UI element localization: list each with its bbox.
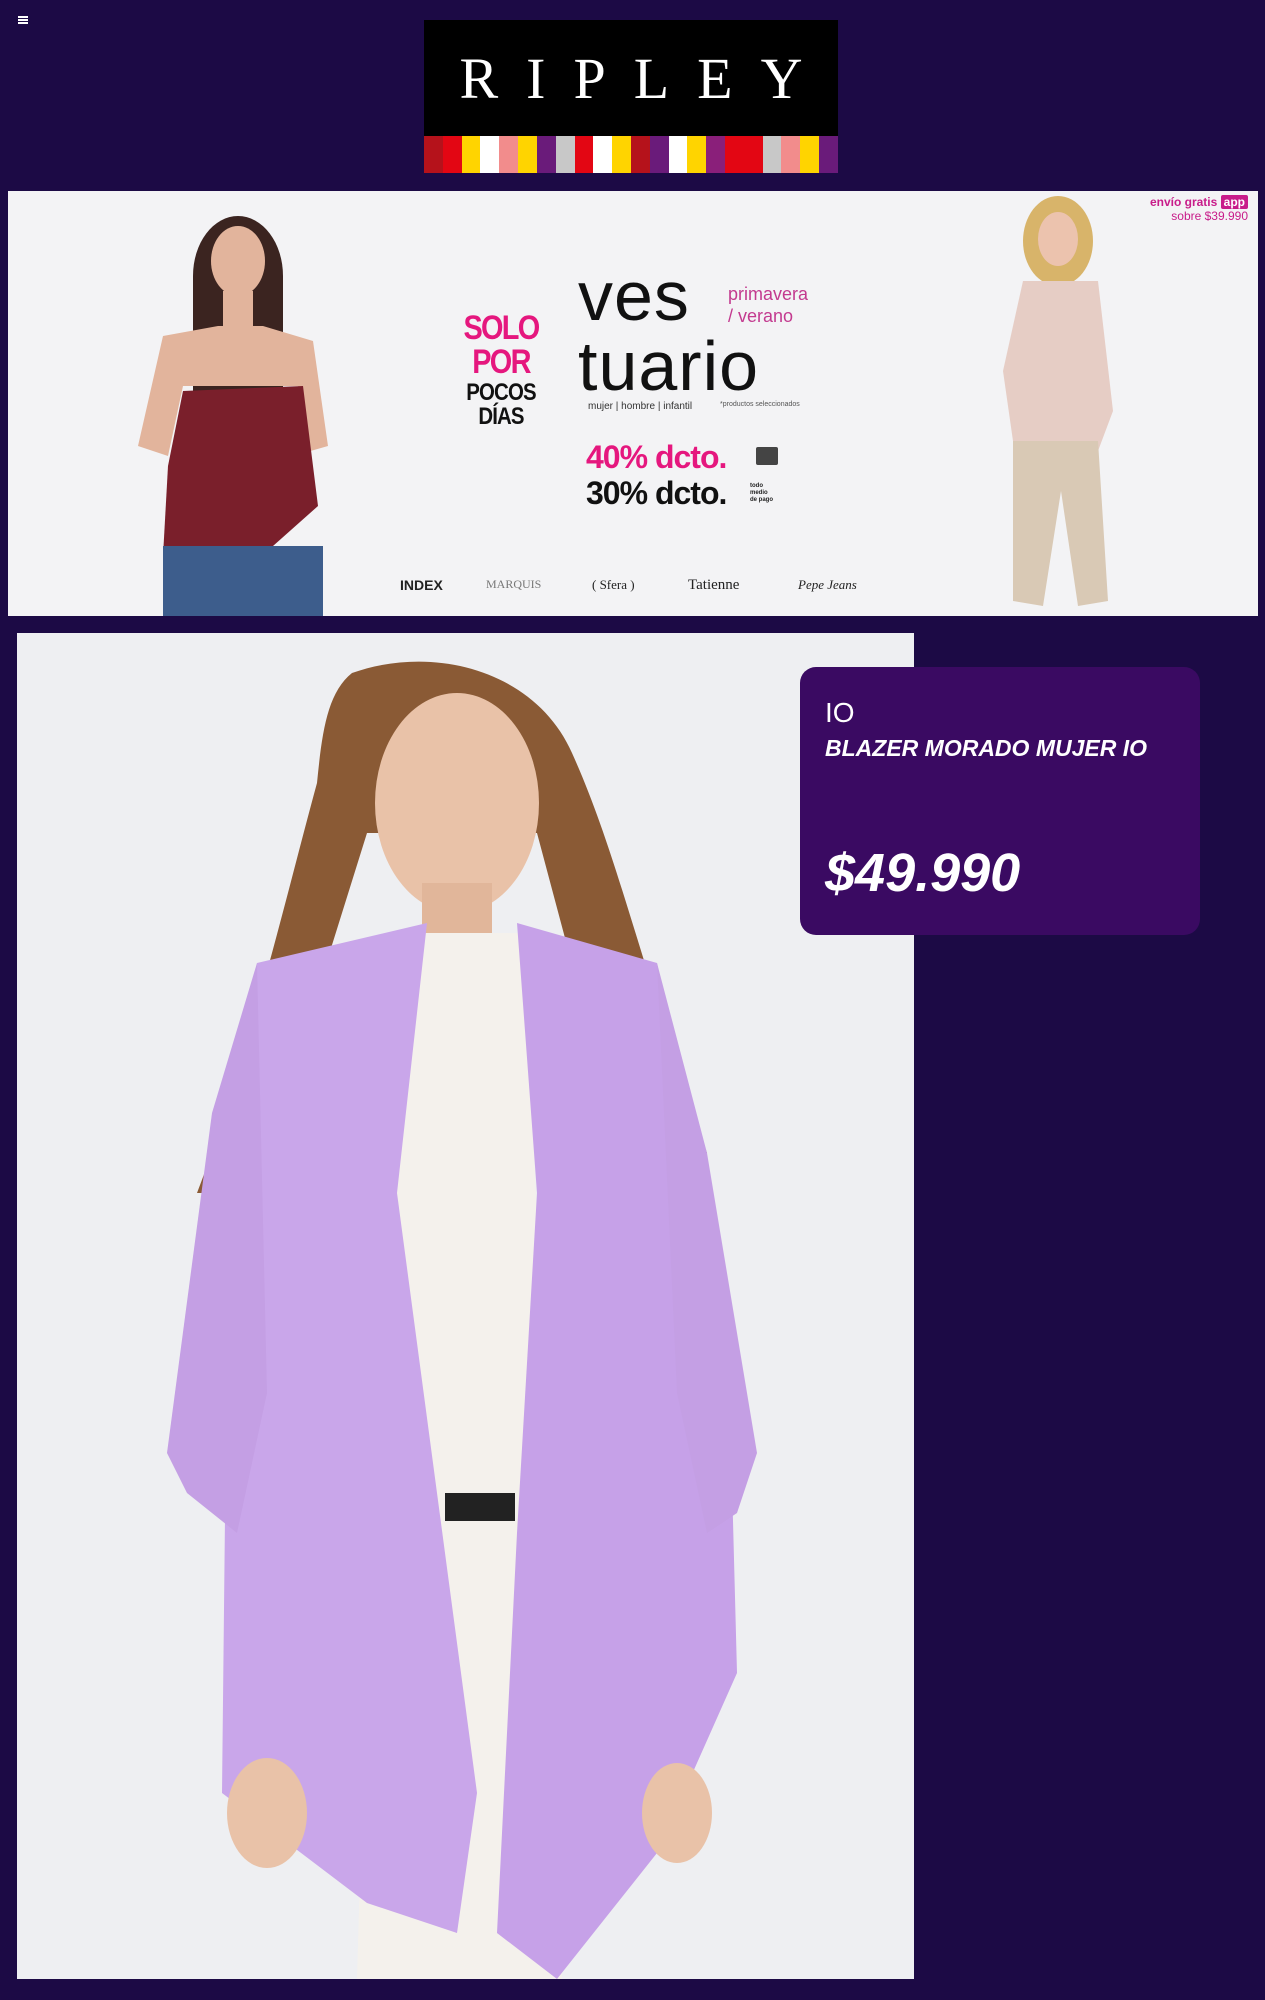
shipping-condition: sobre $39.990 [1171,209,1248,223]
product-image[interactable] [17,633,914,1979]
logo-stripe [461,136,481,173]
product-price: $49.990 [825,843,1021,903]
categories-text: mujer | hombre | infantil [588,401,693,412]
logo-stripe [593,136,613,173]
logo-stripe [800,136,820,173]
ripley-logo[interactable]: RIPLEY [424,20,838,173]
product-name[interactable]: BLAZER MORADO MUJER IO [825,735,1147,762]
logo-stripe [781,136,801,173]
brand-pepe-jeans: Pepe Jeans [798,577,857,592]
brand-index: INDEX [400,577,443,593]
brand-sfera: ( Sfera ) [592,577,635,592]
promo-banner[interactable]: SOLO POR POCOS DÍAS ves primavera / vera… [8,191,1258,616]
logo-stripe [649,136,669,173]
logo-stripe [424,136,443,173]
logo-stripe [668,136,688,173]
payment-note-2: medio [750,490,768,496]
logo-stripe [536,136,556,173]
banner-model-left-image [138,216,328,616]
menu-icon[interactable] [18,16,28,24]
payment-note-3: de pago [750,497,774,503]
discount-40: 40% dcto. [586,439,727,475]
logo-stripe [687,136,707,173]
logo-stripe [762,136,782,173]
logo-stripe [743,136,763,173]
season-line2: / verano [728,306,794,326]
logo-stripe [442,136,462,173]
free-shipping-badge: envío gratis app sobre $39.990 [1150,195,1248,223]
logo-stripe [499,136,519,173]
credit-card-icon [756,447,778,465]
discount-30: 30% dcto. [586,475,727,511]
brand-marquis: MARQUIS [486,577,542,591]
logo-text: RIPLEY [459,46,831,111]
logo-stripes [424,136,838,173]
title-ves: ves [578,257,690,335]
logo-stripe [518,136,537,173]
selected-products-note: *productos seleccionados [720,401,800,408]
title-tuario: tuario [578,327,760,405]
season-line1: primavera [728,284,809,304]
banner-model-right-image [1003,196,1113,606]
shipping-app: app [1220,195,1248,209]
logo-stripe [819,136,838,173]
product-brand: IO [825,697,855,728]
logo-stripe [612,136,631,173]
logo-stripe [725,136,744,173]
model-photo [17,633,914,1979]
logo-stripe [555,136,575,173]
solo-line2: POCOS DÍAS [466,379,536,430]
payment-note: todo medio de pago [750,483,773,504]
logo-stripe [706,136,725,173]
price-card[interactable]: IO BLAZER MORADO MUJER IO $49.990 [800,667,1200,935]
logo-stripe [630,136,650,173]
logo-stripe [574,136,594,173]
solo-line1: SOLO POR [463,309,540,381]
season-label: primavera / verano [728,283,808,327]
solo-por-pocos-dias: SOLO POR POCOS DÍAS [436,311,566,429]
brand-tatienne: Tatienne [688,577,740,593]
logo-stripe [480,136,500,173]
payment-note-1: todo [750,483,763,489]
